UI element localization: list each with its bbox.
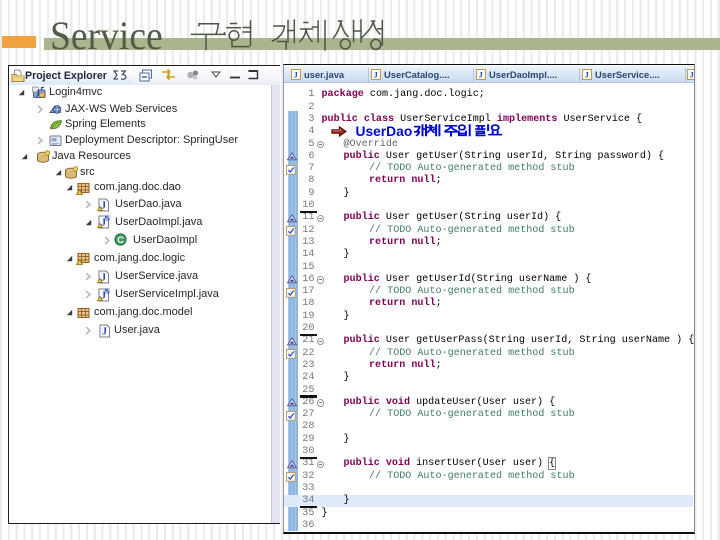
svg-text:J: J xyxy=(585,70,590,80)
svg-text:C: C xyxy=(117,235,124,246)
svg-text:J: J xyxy=(479,70,484,80)
svg-text:J: J xyxy=(102,326,107,337)
svg-text:J: J xyxy=(374,70,379,80)
svg-text:J: J xyxy=(690,70,695,80)
svg-text:J: J xyxy=(36,89,41,99)
svg-text:J: J xyxy=(294,70,299,80)
